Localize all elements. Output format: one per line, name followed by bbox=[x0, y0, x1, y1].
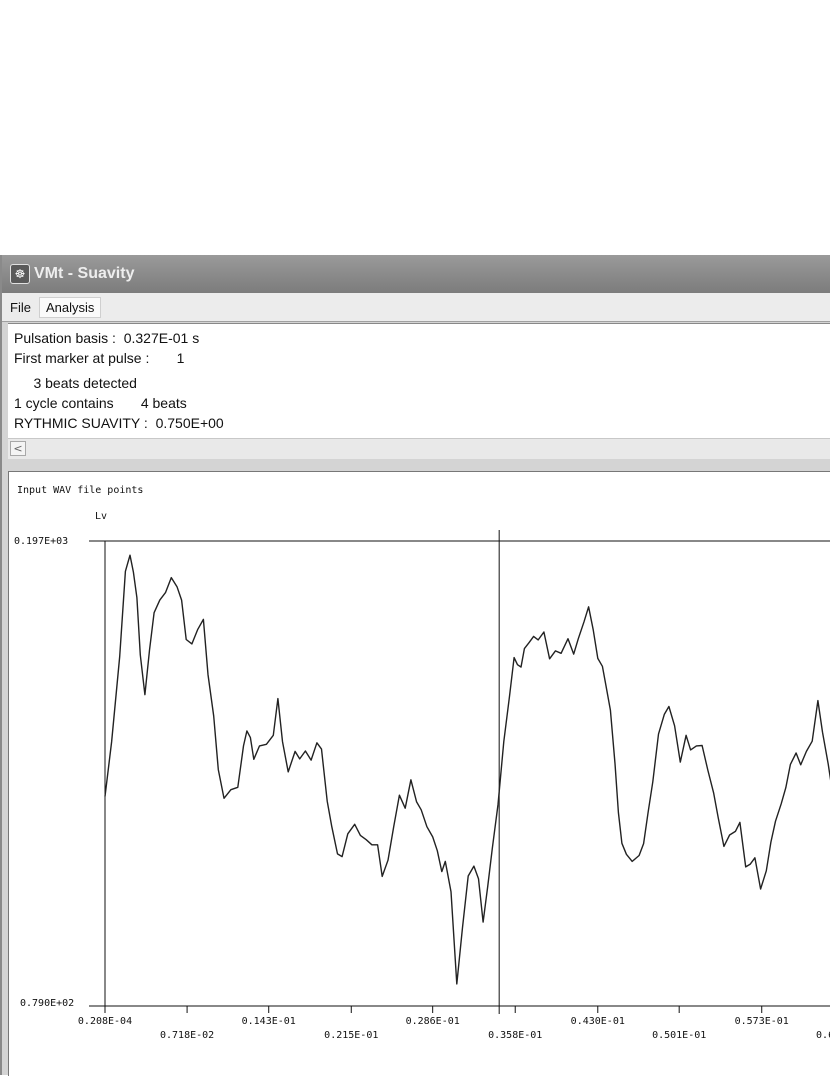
waveform-chart: Input WAV file points Lv 0.197E+03 0.790… bbox=[14, 485, 830, 1041]
x-tick-label: 0.215E-01 bbox=[324, 1030, 378, 1041]
x-tick-label: 0.208E-04 bbox=[78, 1016, 132, 1027]
x-axis-ticks: 0.208E-04 0.718E-02 0.143E-01 0.215E-01 0.28… bbox=[78, 1006, 830, 1041]
x-tick-label: 0.358E-01 bbox=[488, 1030, 542, 1041]
series-group bbox=[104, 554, 830, 985]
app-window: ☸ VMt - Suavity File Analysis Pulsation … bbox=[0, 255, 830, 1076]
title-bar[interactable]: ☸ VMt - Suavity bbox=[2, 255, 830, 293]
plot-panel: Input WAV file points Lv 0.197E+03 0.790… bbox=[8, 471, 830, 1076]
chart-title: Input WAV file points bbox=[17, 485, 143, 496]
scroll-left-arrow-icon[interactable]: < bbox=[10, 441, 26, 456]
x-tick-label: 0.430E-01 bbox=[571, 1016, 625, 1027]
chart-axes bbox=[89, 530, 830, 1014]
y-axis-label: Lv bbox=[95, 511, 107, 522]
first-marker-text: First marker at pulse : 1 bbox=[14, 350, 185, 366]
beats-detected-text: 3 beats detected bbox=[14, 375, 137, 391]
pulsation-basis-text: Pulsation basis : 0.327E-01 s bbox=[14, 330, 200, 346]
y-tick-label-min: 0.790E+02 bbox=[20, 998, 74, 1009]
x-tick-label: 0.718E-02 bbox=[160, 1030, 214, 1041]
cycle-contains-text: 1 cycle contains 4 beats bbox=[14, 395, 187, 411]
window-title: VMt - Suavity bbox=[34, 265, 135, 282]
y-tick-label-max: 0.197E+03 bbox=[14, 536, 68, 547]
results-panel: Pulsation basis : 0.327E-01 s First mark… bbox=[8, 323, 830, 439]
x-tick-label: 0.573E-01 bbox=[735, 1016, 789, 1027]
app-icon[interactable]: ☸ bbox=[10, 264, 30, 284]
x-tick-label: 0.286E-01 bbox=[406, 1016, 460, 1027]
menu-analysis[interactable]: Analysis bbox=[38, 296, 102, 318]
menu-file[interactable]: File bbox=[4, 298, 37, 317]
x-tick-label: 0.501E-01 bbox=[652, 1030, 706, 1041]
rythmic-suavity-text: RYTHMIC SUAVITY : 0.750E+00 bbox=[14, 415, 224, 431]
x-tick-label: 0.644E-01 bbox=[816, 1030, 830, 1041]
x-tick-label: 0.143E-01 bbox=[242, 1016, 296, 1027]
horizontal-scrollbar[interactable]: < bbox=[8, 438, 830, 459]
menu-bar: File Analysis bbox=[2, 293, 830, 322]
waveform-line bbox=[104, 554, 830, 985]
